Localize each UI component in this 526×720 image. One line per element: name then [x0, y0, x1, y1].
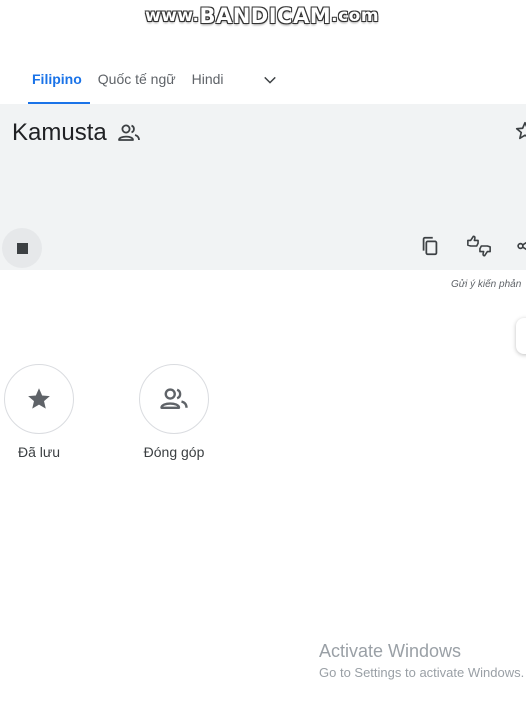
- people-outline-icon: [160, 388, 188, 409]
- stop-audio-button[interactable]: [2, 228, 42, 268]
- translation-output: Kamusta: [12, 119, 141, 147]
- send-feedback-link[interactable]: Gửi ý kiến phản: [451, 279, 521, 290]
- contribute-button[interactable]: [139, 364, 209, 434]
- copy-icon[interactable]: [416, 232, 444, 260]
- bandicam-watermark: www. BANDICAM .com: [144, 4, 380, 28]
- stop-icon: [16, 242, 28, 254]
- translation-text: Kamusta: [12, 119, 107, 146]
- star-filled-icon: [28, 388, 50, 409]
- contribute-label: Đóng góp: [143, 444, 205, 460]
- people-icon: [117, 123, 141, 143]
- contribute-entry: Đóng góp: [119, 364, 229, 460]
- activation-title: Activate Windows: [319, 641, 462, 661]
- translation-result-card: Kamusta: [0, 104, 526, 270]
- chevron-down-icon[interactable]: [258, 68, 282, 92]
- watermark-prefix: www.: [144, 6, 200, 26]
- language-tabs: Filipino Quốc tế ngữ Hindi: [24, 64, 282, 104]
- watermark-brand: BANDICAM: [199, 4, 332, 28]
- app-screen: www. BANDICAM .com Filipino Quốc tế ngữ Hi…: [0, 0, 526, 720]
- feedback-icon[interactable]: [465, 232, 493, 260]
- tab-filipino[interactable]: Filipino: [24, 64, 90, 104]
- saved-entry: Đã lưu: [0, 364, 94, 460]
- share-icon[interactable]: [512, 232, 526, 260]
- star-outline-icon[interactable]: [514, 120, 526, 144]
- activation-subtitle: Go to Settings to activate Windows.: [319, 665, 525, 680]
- tab-esperanto[interactable]: Quốc tế ngữ: [90, 64, 184, 97]
- saved-button[interactable]: [4, 364, 74, 434]
- tab-hindi[interactable]: Hindi: [184, 64, 232, 97]
- watermark-suffix: .com: [331, 6, 380, 26]
- saved-label: Đã lưu: [17, 444, 61, 460]
- side-panel-handle[interactable]: [516, 318, 526, 354]
- windows-activation-notice: Activate Windows Go to Settings to activ…: [319, 641, 524, 680]
